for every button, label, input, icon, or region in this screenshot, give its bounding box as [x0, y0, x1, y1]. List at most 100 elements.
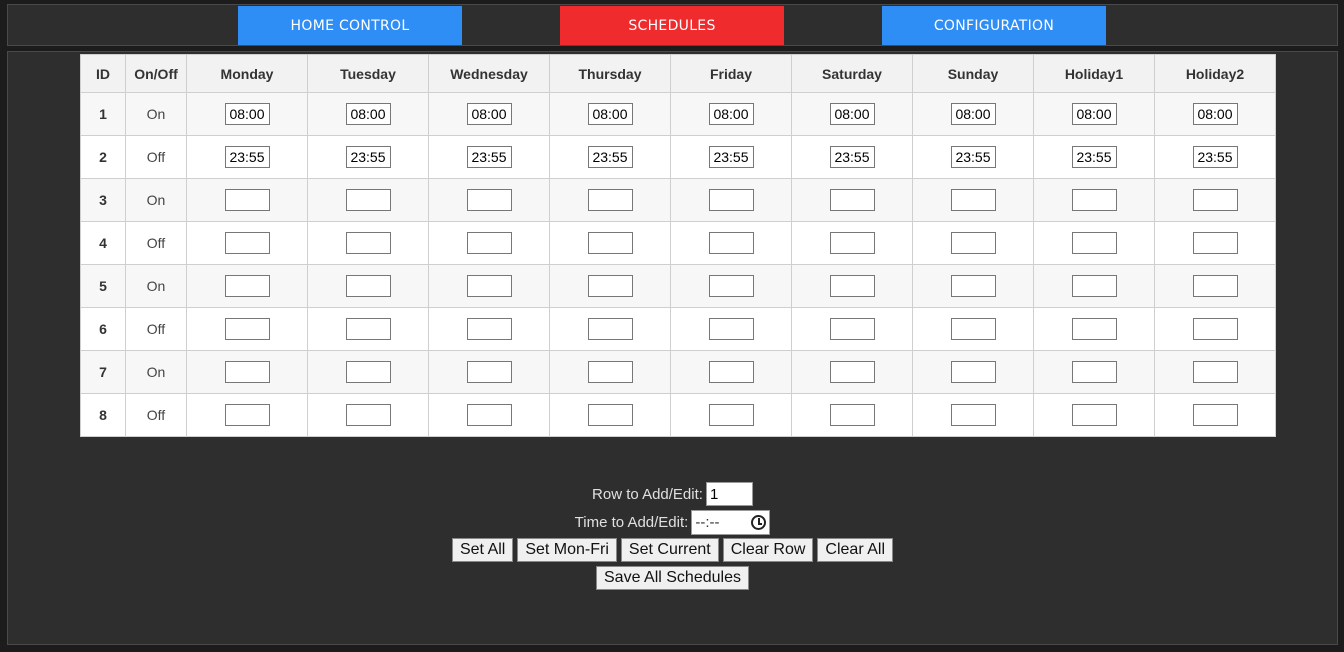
nav-home-control-button[interactable]: HOME CONTROL — [238, 6, 462, 45]
time-input[interactable] — [466, 318, 512, 340]
time-input[interactable] — [950, 103, 996, 125]
time-cell — [912, 264, 1034, 308]
table-row: 8 Off — [80, 393, 1276, 437]
time-input[interactable] — [708, 318, 754, 340]
time-input[interactable] — [1192, 103, 1238, 125]
time-input[interactable] — [829, 146, 875, 168]
time-input[interactable] — [950, 189, 996, 211]
time-input[interactable] — [224, 318, 270, 340]
time-input[interactable] — [466, 361, 512, 383]
time-input[interactable] — [224, 146, 270, 168]
row-to-edit-input[interactable] — [705, 482, 753, 506]
time-cell — [549, 178, 671, 222]
time-cell — [670, 221, 792, 265]
nav-schedules-button[interactable]: SCHEDULES — [560, 6, 784, 45]
time-input[interactable] — [587, 404, 633, 426]
time-input[interactable] — [708, 404, 754, 426]
time-input[interactable] — [950, 361, 996, 383]
time-cell — [1033, 221, 1155, 265]
time-cell — [791, 350, 913, 394]
time-input[interactable] — [345, 318, 391, 340]
time-input[interactable] — [345, 232, 391, 254]
time-input[interactable] — [466, 232, 512, 254]
time-input[interactable] — [345, 404, 391, 426]
time-input[interactable] — [708, 361, 754, 383]
time-input[interactable] — [1192, 232, 1238, 254]
time-input[interactable] — [708, 275, 754, 297]
time-input[interactable] — [1071, 103, 1117, 125]
time-input[interactable] — [950, 318, 996, 340]
time-input[interactable] — [466, 146, 512, 168]
time-input[interactable] — [1071, 361, 1117, 383]
row-on-off-state: Off — [125, 393, 187, 437]
time-input[interactable] — [829, 404, 875, 426]
row-id: 8 — [80, 393, 126, 437]
time-input[interactable] — [829, 189, 875, 211]
time-input[interactable] — [587, 275, 633, 297]
time-input[interactable] — [708, 146, 754, 168]
time-cell — [549, 221, 671, 265]
time-input[interactable] — [708, 103, 754, 125]
time-input[interactable] — [224, 103, 270, 125]
time-input[interactable] — [1192, 404, 1238, 426]
time-input[interactable] — [224, 189, 270, 211]
time-input[interactable] — [345, 361, 391, 383]
time-input[interactable] — [950, 275, 996, 297]
time-input[interactable] — [950, 232, 996, 254]
nav-configuration-button[interactable]: CONFIGURATION — [882, 6, 1106, 45]
time-input[interactable] — [1192, 189, 1238, 211]
time-input[interactable] — [345, 103, 391, 125]
time-input[interactable] — [1071, 318, 1117, 340]
time-cell — [549, 92, 671, 136]
row-id: 3 — [80, 178, 126, 222]
time-input[interactable] — [708, 232, 754, 254]
time-input[interactable] — [1071, 146, 1117, 168]
clock-icon[interactable] — [751, 515, 767, 530]
time-input[interactable] — [587, 146, 633, 168]
time-input[interactable] — [587, 232, 633, 254]
time-input[interactable] — [345, 146, 391, 168]
time-input[interactable] — [1071, 275, 1117, 297]
time-input[interactable] — [829, 103, 875, 125]
time-input[interactable] — [466, 404, 512, 426]
time-to-edit-input[interactable]: --:-- — [691, 510, 771, 535]
time-input[interactable] — [708, 189, 754, 211]
time-input[interactable] — [1192, 146, 1238, 168]
time-input[interactable] — [829, 232, 875, 254]
time-input[interactable] — [466, 103, 512, 125]
clear-all-button[interactable]: Clear All — [817, 538, 893, 562]
time-input[interactable] — [1071, 404, 1117, 426]
set-all-button[interactable]: Set All — [451, 538, 514, 562]
time-input[interactable] — [587, 361, 633, 383]
time-input[interactable] — [587, 103, 633, 125]
column-header: Friday — [670, 54, 792, 93]
time-input[interactable] — [587, 318, 633, 340]
time-input[interactable] — [587, 189, 633, 211]
time-input[interactable] — [1071, 189, 1117, 211]
table-header-row: ID On/Off Monday Tuesday Wednesday Thursday Fr… — [80, 54, 1276, 93]
time-input[interactable] — [466, 189, 512, 211]
set-mon-fri-button[interactable]: Set Mon-Fri — [517, 538, 617, 562]
clear-row-button[interactable]: Clear Row — [722, 538, 814, 562]
time-input[interactable] — [1192, 318, 1238, 340]
column-header: Wednesday — [428, 54, 550, 93]
time-input[interactable] — [829, 361, 875, 383]
time-input[interactable] — [224, 275, 270, 297]
time-input[interactable] — [1071, 232, 1117, 254]
save-all-schedules-button[interactable]: Save All Schedules — [596, 566, 749, 590]
time-input[interactable] — [950, 146, 996, 168]
time-input[interactable] — [224, 361, 270, 383]
set-current-button[interactable]: Set Current — [620, 538, 719, 562]
time-input[interactable] — [1192, 361, 1238, 383]
time-cell — [670, 350, 792, 394]
time-input[interactable] — [345, 275, 391, 297]
time-input[interactable] — [224, 232, 270, 254]
time-cell — [549, 264, 671, 308]
time-input[interactable] — [829, 275, 875, 297]
time-input[interactable] — [1192, 275, 1238, 297]
time-input[interactable] — [950, 404, 996, 426]
time-input[interactable] — [829, 318, 875, 340]
time-input[interactable] — [345, 189, 391, 211]
time-input[interactable] — [466, 275, 512, 297]
time-input[interactable] — [224, 404, 270, 426]
